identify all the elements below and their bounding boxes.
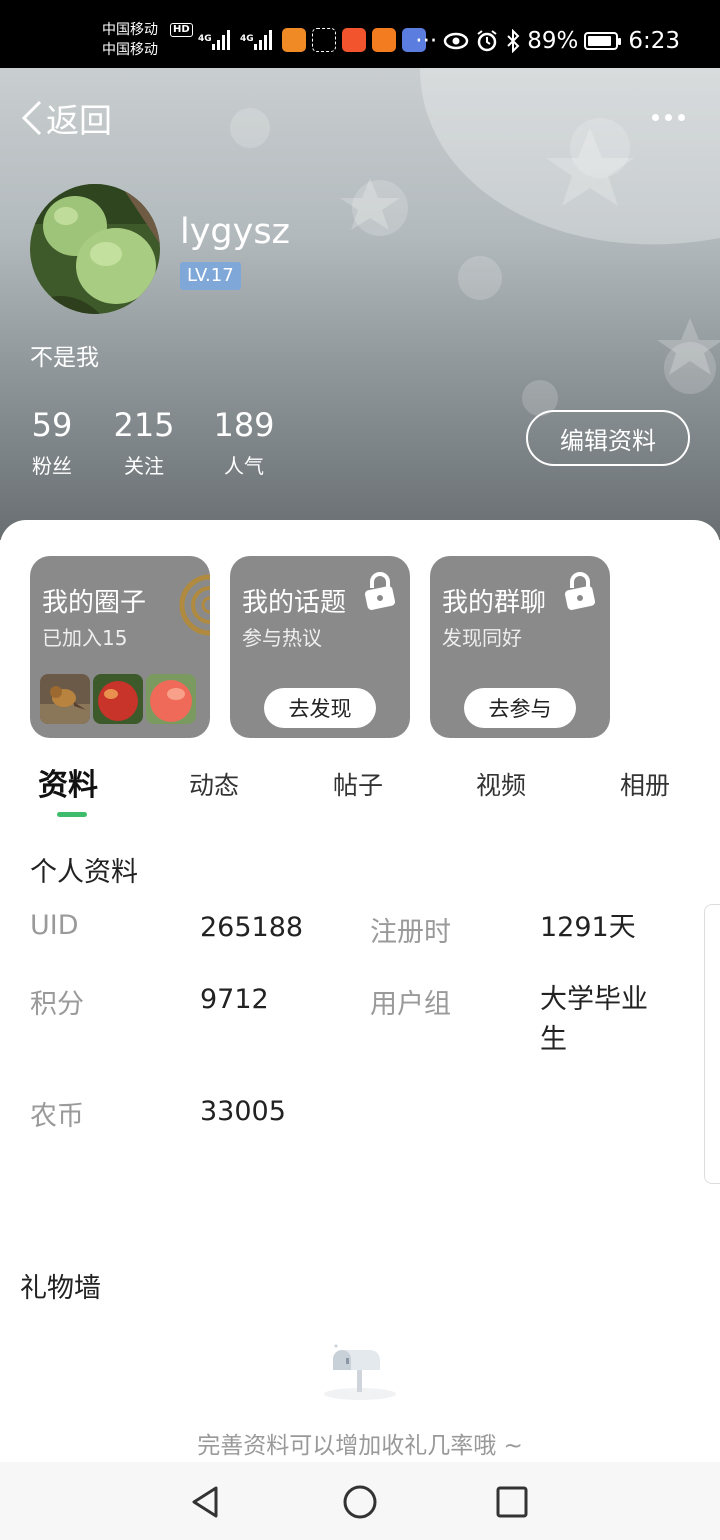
stat-value: 59 xyxy=(31,406,73,444)
join-button[interactable]: 去参与 xyxy=(464,688,576,728)
user-group-value-line: 生 xyxy=(540,1024,567,1055)
app-icon xyxy=(312,28,336,52)
profile-content: 我的圈子 已加入15 我的话题 参与热议 去发现 我的群聊 发现同好 去参与 资… xyxy=(0,520,720,1540)
card-subtitle: 发现同好 xyxy=(442,626,522,650)
uc-browser-icon xyxy=(282,28,306,52)
status-right: ··· 89% 6:23 xyxy=(415,26,680,56)
gift-wall-hint: 完善资料可以增加收礼几率哦 ~ xyxy=(197,1433,523,1459)
tab-videos[interactable]: 视频 xyxy=(476,766,526,802)
back-label: 返回 xyxy=(46,101,112,140)
more-dot-icon xyxy=(678,113,685,121)
level-badge: LV.17 xyxy=(180,262,241,290)
profile-tabs: 资料 动态 帖子 视频 相册 xyxy=(0,760,720,830)
tab-profile[interactable]: 资料 xyxy=(38,760,98,804)
battery-percent: 89% xyxy=(527,28,579,54)
mailbox-icon xyxy=(324,1344,396,1400)
card-title: 我的群聊 xyxy=(442,588,547,618)
video-app-icon xyxy=(372,28,396,52)
points-label: 积分 xyxy=(30,989,84,1020)
coins-label: 农币 xyxy=(30,1101,84,1132)
back-button[interactable]: 返回 xyxy=(20,96,112,140)
stat-label: 人气 xyxy=(224,454,264,478)
app-icon xyxy=(342,28,366,52)
alarm-icon xyxy=(477,30,497,52)
stat-label: 粉丝 xyxy=(32,454,72,478)
lock-icon xyxy=(564,572,596,610)
stat-following[interactable]: 215 关注 xyxy=(112,406,176,479)
user-bio: 不是我 xyxy=(30,345,99,371)
clock: 6:23 xyxy=(628,28,680,54)
more-dot-icon xyxy=(652,113,659,121)
more-notifications-icon: ··· xyxy=(415,28,438,54)
carrier-2: 中国移动 xyxy=(102,42,158,58)
side-scroll-handle[interactable] xyxy=(704,904,720,1184)
stat-value: 215 xyxy=(113,406,175,444)
carrier-1: 中国移动 xyxy=(102,22,158,38)
apple-thumbnail[interactable] xyxy=(93,674,143,724)
active-tab-indicator xyxy=(57,812,87,817)
profile-header: 返回 lygysz LV.17 不是我 59 粉丝 215 关注 189 人气 … xyxy=(0,68,720,540)
nav-recents-icon[interactable] xyxy=(492,1482,532,1522)
card-title: 我的话题 xyxy=(242,588,347,618)
user-group-value-line: 大学毕业 xyxy=(540,984,648,1015)
section-title-profile: 个人资料 xyxy=(30,857,138,888)
battery-icon xyxy=(584,32,622,50)
lock-icon xyxy=(364,572,396,610)
network-2-label: 4G xyxy=(240,34,254,44)
nav-back-icon[interactable] xyxy=(186,1482,226,1522)
hd-badge: HD xyxy=(170,23,193,37)
stat-label: 关注 xyxy=(124,454,164,478)
user-group-value: 大学毕业 生 xyxy=(540,980,648,1060)
tab-posts[interactable]: 帖子 xyxy=(333,766,383,802)
stat-value: 189 xyxy=(213,406,275,444)
card-subtitle: 参与热议 xyxy=(242,626,322,650)
avatar[interactable] xyxy=(30,184,160,314)
avatar-image xyxy=(30,184,160,314)
nav-home-icon[interactable] xyxy=(340,1482,380,1522)
system-navigation-bar xyxy=(0,1462,720,1540)
points-value: 9712 xyxy=(200,984,269,1015)
notification-icons xyxy=(282,28,426,52)
uid-label: UID xyxy=(30,910,79,941)
more-dot-icon xyxy=(665,113,672,121)
signal-icon: 4G xyxy=(198,30,230,50)
chevron-left-icon xyxy=(21,100,42,136)
registered-label: 注册时 xyxy=(370,917,451,948)
bird-thumbnail[interactable] xyxy=(40,674,90,724)
bluetooth-icon xyxy=(507,29,520,53)
discover-button[interactable]: 去发现 xyxy=(264,688,376,728)
circle-swirl-icon xyxy=(179,574,210,636)
card-subtitle: 已加入15 xyxy=(42,626,128,650)
peach-thumbnail[interactable] xyxy=(146,674,196,724)
status-bar: 中国移动 中国移动 HD 4G 4G ··· 89% 6:23 xyxy=(0,0,720,68)
coins-value: 33005 xyxy=(200,1096,286,1127)
carrier-labels: 中国移动 中国移动 xyxy=(102,20,158,60)
my-topics-card[interactable]: 我的话题 参与热议 去发现 xyxy=(230,556,410,738)
tab-activity[interactable]: 动态 xyxy=(189,766,239,802)
user-group-label: 用户组 xyxy=(370,989,451,1020)
uid-value: 265188 xyxy=(200,912,304,943)
signal-icon: 4G xyxy=(240,30,272,50)
card-title: 我的圈子 xyxy=(42,588,147,618)
tab-album[interactable]: 相册 xyxy=(620,766,670,802)
my-circles-card[interactable]: 我的圈子 已加入15 xyxy=(30,556,210,738)
circle-thumbnails xyxy=(40,674,196,724)
section-title-gift-wall: 礼物墙 xyxy=(20,1273,101,1304)
battery-fill xyxy=(588,36,612,46)
username: lygysz xyxy=(180,212,290,252)
more-options-button[interactable] xyxy=(652,102,692,132)
registered-value: 1291天 xyxy=(540,912,636,943)
stat-followers[interactable]: 59 粉丝 xyxy=(30,406,74,479)
network-1-label: 4G xyxy=(198,34,212,44)
my-group-chats-card[interactable]: 我的群聊 发现同好 去参与 xyxy=(430,556,610,738)
stat-popularity[interactable]: 189 人气 xyxy=(212,406,276,479)
eye-icon xyxy=(443,32,469,50)
edit-profile-button[interactable]: 编辑资料 xyxy=(526,410,690,466)
